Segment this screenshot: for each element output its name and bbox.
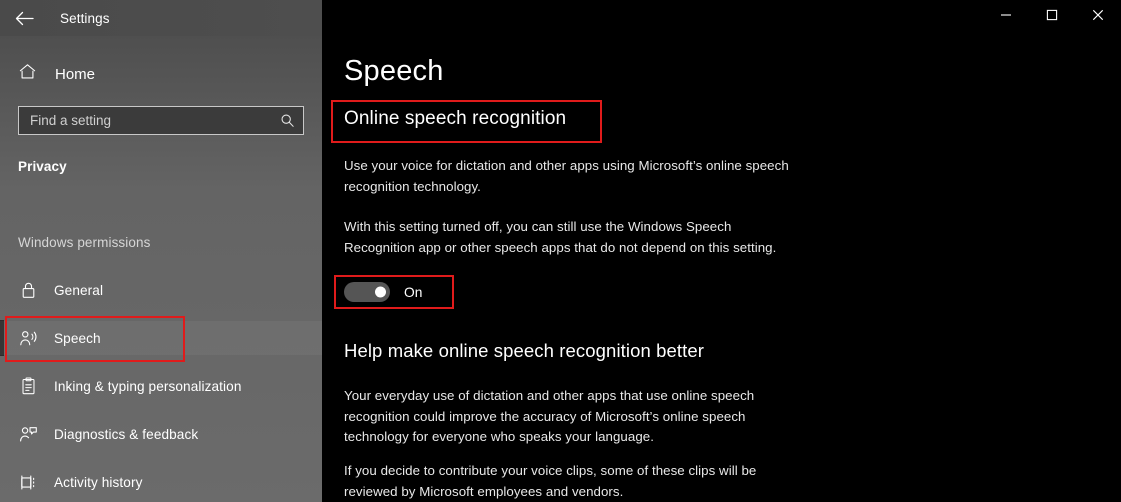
speech-person-icon (18, 328, 38, 348)
toggle-switch-knob (375, 286, 386, 298)
sidebar-item-activity-label: Activity history (54, 474, 143, 490)
sidebar-item-speech[interactable]: Speech (0, 321, 322, 355)
paragraph-dictation-description: Use your voice for dictation and other a… (344, 158, 789, 194)
search-placeholder: Find a setting (30, 113, 112, 128)
search-input[interactable]: Find a setting (18, 106, 304, 135)
sidebar-group-heading: Windows permissions (18, 235, 151, 250)
section-title-online-speech-recognition: Online speech recognition (344, 108, 567, 129)
section-heading-help-make-better: Help make online speech recognition bett… (344, 340, 705, 361)
toggle-state-label: On (404, 284, 423, 300)
home-icon (18, 62, 37, 86)
person-feedback-icon (18, 424, 38, 444)
minimize-icon[interactable] (983, 0, 1029, 30)
sidebar-category-privacy: Privacy (18, 159, 67, 174)
paragraph-voice-clips-review: If you decide to contribute your voice c… (344, 463, 757, 499)
sidebar-item-home-label: Home (55, 65, 96, 83)
sidebar: Settings Home Find a setting Privacy Win… (0, 0, 322, 502)
window-titlebar-left: Settings (0, 0, 322, 36)
sidebar-item-inking-label: Inking & typing personalization (54, 378, 242, 394)
paragraph-setting-off-description: With this setting turned off, you can st… (344, 219, 777, 255)
sidebar-item-diagnostics-feedback[interactable]: Diagnostics & feedback (0, 417, 322, 451)
clipboard-pen-icon (18, 376, 38, 396)
lock-icon (18, 280, 38, 300)
toggle-switch-track[interactable] (344, 282, 390, 302)
activity-history-icon (18, 472, 38, 492)
maximize-icon[interactable] (1029, 0, 1075, 30)
sidebar-item-speech-label: Speech (54, 330, 101, 346)
sidebar-item-general-label: General (54, 282, 104, 298)
sidebar-item-general[interactable]: General (0, 273, 322, 307)
search-icon[interactable] (280, 113, 295, 128)
sidebar-item-home[interactable]: Home (0, 58, 322, 90)
window-controls (322, 0, 1121, 36)
window-title: Settings (60, 10, 110, 26)
sidebar-item-diagnostics-label: Diagnostics & feedback (54, 426, 199, 442)
main-content: Speech Online speech recognition Use you… (322, 0, 1121, 502)
paragraph-everyday-use: Your everyday use of dictation and other… (344, 388, 755, 444)
close-icon[interactable] (1075, 0, 1121, 30)
page-title: Speech (344, 55, 444, 87)
settings-window: Settings Home Find a setting Privacy Win… (0, 0, 1121, 502)
sidebar-item-activity-history[interactable]: Activity history (0, 465, 322, 499)
online-speech-recognition-toggle[interactable]: On (344, 282, 422, 302)
back-arrow-icon[interactable] (0, 0, 48, 36)
sidebar-item-inking-typing-personalization[interactable]: Inking & typing personalization (0, 369, 322, 403)
